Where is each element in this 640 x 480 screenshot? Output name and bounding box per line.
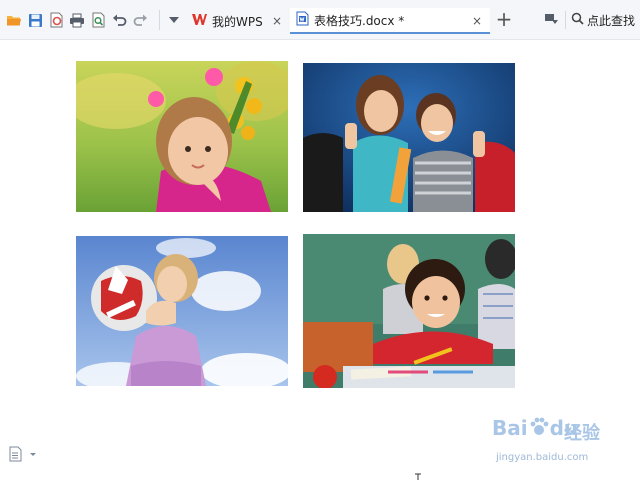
tab-my-wps[interactable]: 我的WPS × (186, 8, 290, 34)
photo-girl-with-ball[interactable] (76, 236, 288, 386)
tab-label: 我的WPS (212, 14, 263, 29)
close-tab-icon[interactable]: × (270, 14, 284, 28)
print-icon[interactable] (67, 10, 87, 30)
tab-label: 表格技巧.docx * (314, 13, 405, 28)
photo-girl-with-flowers[interactable] (76, 61, 288, 212)
watermark-url: jingyan.baidu.com (496, 452, 589, 463)
document-status-icon[interactable] (8, 446, 38, 462)
wps-logo-icon (192, 13, 207, 29)
redo-icon[interactable] (130, 10, 150, 30)
search-command-label[interactable]: 点此查找 (587, 12, 635, 29)
tab-document[interactable]: 表格技巧.docx * × (290, 8, 490, 34)
text-cursor-icon (414, 473, 422, 480)
pin-dropdown-icon[interactable] (544, 12, 560, 29)
toolbar-separator (159, 10, 160, 30)
open-folder-icon[interactable] (4, 10, 24, 30)
close-tab-icon[interactable]: × (470, 14, 484, 28)
right-toolbar: 点此查找 (544, 10, 635, 30)
undo-icon[interactable] (109, 10, 129, 30)
word-doc-icon (296, 11, 309, 29)
baidu-jingyan-watermark: Bai du 经验 jingyan.baidu.com (488, 410, 618, 468)
save-icon[interactable] (25, 10, 45, 30)
title-bar: 我的WPS × 表格技巧.docx * × + 点此查找 (0, 0, 640, 40)
jingyan-label: 经验 (564, 423, 600, 444)
print-preview-icon[interactable] (88, 10, 108, 30)
photo-kids-thumbs-up[interactable] (303, 63, 515, 212)
new-tab-button[interactable]: + (494, 9, 514, 30)
quick-access-toolbar (4, 10, 151, 30)
search-icon[interactable] (571, 12, 584, 28)
paw-icon (530, 417, 549, 435)
export-pdf-icon[interactable] (46, 10, 66, 30)
customize-dropdown-icon[interactable] (164, 10, 184, 30)
photo-boy-in-classroom[interactable] (303, 234, 515, 388)
toolbar-separator (565, 11, 566, 29)
